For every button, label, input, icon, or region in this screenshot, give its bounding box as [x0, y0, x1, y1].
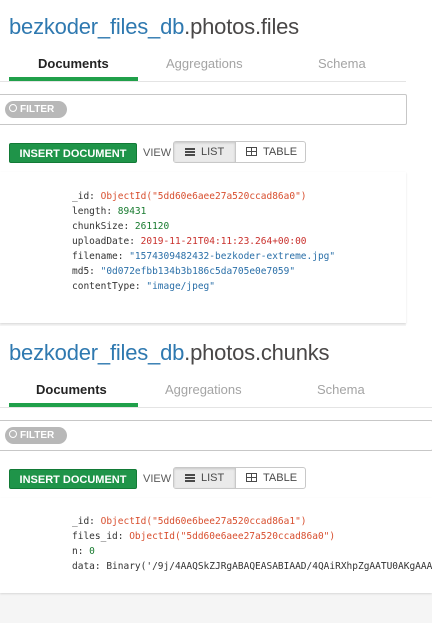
list-view-button[interactable]: LIST: [174, 468, 236, 488]
field-key: chunkSize:: [72, 221, 135, 232]
filter-bar[interactable]: FILTER: [0, 420, 432, 451]
field-key: md5:: [72, 266, 101, 277]
document-field--id[interactable]: _id: ObjectId("5dd60e6bee27a520ccad86a1"…: [72, 516, 307, 527]
collection-tabs: Documents Aggregations Schema: [0, 52, 406, 82]
table-view-button[interactable]: TABLE: [236, 142, 306, 162]
filter-label: FILTER: [20, 430, 55, 441]
field-key: n:: [72, 546, 90, 557]
field-key: _id:: [72, 516, 101, 527]
tab-aggregations[interactable]: Aggregations: [166, 55, 243, 81]
field-value: ObjectId("5dd60e6aee27a520ccad86a0"): [100, 191, 307, 202]
filter-pill: FILTER: [5, 101, 67, 118]
field-key: _id:: [72, 191, 101, 202]
list-icon: [185, 474, 195, 482]
documents-list: _id: ObjectId("5dd60e6aee27a520ccad86a0"…: [0, 172, 406, 326]
documents-toolbar: INSERT DOCUMENT VIEW LIST TABLE: [0, 139, 406, 165]
view-toggle-group: LIST TABLE: [173, 467, 306, 489]
field-value: 0: [89, 546, 95, 557]
field-value: "0d072efbb134b3b186c5da705e0e7059": [100, 266, 296, 277]
field-value: "image/jpeg": [146, 281, 215, 292]
table-view-label: TABLE: [263, 146, 298, 158]
namespace-title: bezkoder_files_db.photos.chunks: [9, 340, 330, 366]
field-value: 89431: [117, 206, 147, 217]
document-field-data[interactable]: data: Binary('/9j/4AAQSkZJRgABAQEASABIAA…: [72, 561, 432, 572]
filter-bar[interactable]: FILTER: [0, 94, 407, 125]
files-collection-panel: bezkoder_files_db.photos.files Documents…: [0, 0, 407, 326]
tab-schema[interactable]: Schema: [318, 55, 366, 81]
document-field-uploadDate[interactable]: uploadDate: 2019-11-21T04:11:23.264+00:0…: [72, 236, 307, 247]
insert-document-button[interactable]: INSERT DOCUMENT: [9, 469, 137, 489]
field-key: filename:: [72, 251, 130, 262]
table-icon: [246, 147, 257, 156]
table-view-label: TABLE: [263, 472, 298, 484]
document-field-chunkSize[interactable]: chunkSize: 261120: [72, 221, 169, 232]
document-field-md5[interactable]: md5: "0d072efbb134b3b186c5da705e0e7059": [72, 266, 295, 277]
document-field-filename[interactable]: filename: "1574309482432-bezkoder-extrem…: [72, 251, 335, 262]
field-value: "1574309482432-bezkoder-extreme.jpg": [129, 251, 336, 262]
database-name[interactable]: bezkoder_files_db: [9, 14, 184, 39]
tab-aggregations[interactable]: Aggregations: [165, 381, 242, 407]
table-view-button[interactable]: TABLE: [236, 468, 306, 488]
collection-tabs: Documents Aggregations Schema: [0, 378, 432, 408]
field-value: 261120: [134, 221, 170, 232]
view-label: VIEW: [143, 473, 172, 485]
field-key: contentType:: [72, 281, 147, 292]
list-view-button[interactable]: LIST: [174, 142, 236, 162]
document-field--id[interactable]: _id: ObjectId("5dd60e6aee27a520ccad86a0"…: [72, 191, 307, 202]
collection-name: .photos.chunks: [184, 340, 330, 365]
field-value: Binary('/9j/4AAQSkZJRgABAQEASABIAAD/4QAi…: [106, 561, 432, 572]
document-field-length[interactable]: length: 89431: [72, 206, 146, 217]
database-name[interactable]: bezkoder_files_db: [9, 340, 184, 365]
field-value: ObjectId("5dd60e6bee27a520ccad86a1"): [100, 516, 307, 527]
document-field-contentType[interactable]: contentType: "image/jpeg": [72, 281, 215, 292]
field-key: files_id:: [72, 531, 130, 542]
filter-pill: FILTER: [5, 427, 67, 444]
field-key: data:: [72, 561, 107, 572]
filter-icon: [9, 104, 17, 112]
document-field-n[interactable]: n: 0: [72, 546, 95, 557]
view-toggle-group: LIST TABLE: [173, 141, 306, 163]
field-key: length:: [72, 206, 118, 217]
document-card[interactable]: _id: ObjectId("5dd60e6aee27a520ccad86a0"…: [0, 172, 406, 323]
view-label: VIEW: [143, 147, 172, 159]
field-key: uploadDate:: [72, 236, 141, 247]
filter-label: FILTER: [20, 104, 55, 115]
list-view-label: LIST: [201, 472, 225, 484]
collection-name: .photos.files: [184, 14, 299, 39]
tab-schema[interactable]: Schema: [317, 381, 365, 407]
document-card[interactable]: _id: ObjectId("5dd60e6bee27a520ccad86a1"…: [0, 498, 432, 593]
insert-document-button[interactable]: INSERT DOCUMENT: [9, 143, 137, 163]
active-tab-indicator: [9, 403, 138, 407]
field-value: ObjectId("5dd60e6aee27a520ccad86a0"): [129, 531, 336, 542]
documents-list: _id: ObjectId("5dd60e6bee27a520ccad86a1"…: [0, 498, 432, 623]
list-view-label: LIST: [201, 146, 225, 158]
chunks-collection-panel: bezkoder_files_db.photos.chunks Document…: [0, 326, 432, 623]
list-icon: [185, 148, 195, 156]
field-value: 2019-11-21T04:11:23.264+00:00: [140, 236, 307, 247]
active-tab-indicator: [9, 77, 138, 81]
table-icon: [246, 473, 257, 482]
filter-icon: [9, 430, 17, 438]
document-field-files-id[interactable]: files_id: ObjectId("5dd60e6aee27a520ccad…: [72, 531, 335, 542]
documents-toolbar: INSERT DOCUMENT VIEW LIST TABLE: [0, 465, 432, 491]
namespace-title: bezkoder_files_db.photos.files: [9, 14, 299, 40]
